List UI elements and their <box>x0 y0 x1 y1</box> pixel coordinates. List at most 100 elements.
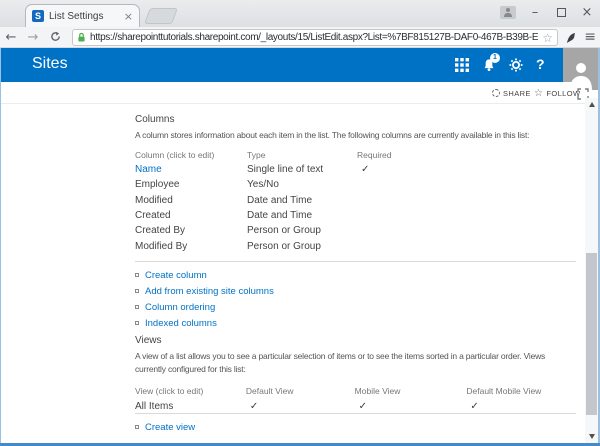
square-bullet-icon <box>135 273 139 277</box>
column-type: Person or Group <box>247 238 357 253</box>
views-section-description: A view of a list allows you to see a par… <box>135 350 577 376</box>
views-header-default: Default View <box>246 383 355 398</box>
link-item[interactable]: Indexed columns <box>135 315 274 331</box>
share-button[interactable]: SHARE <box>492 82 531 104</box>
address-bar[interactable]: https://sharepointtutorials.sharepoint.c… <box>72 29 558 46</box>
columns-links: Create column Add from existing site col… <box>135 267 274 331</box>
minimize-button[interactable]: – <box>528 6 542 19</box>
link-item[interactable]: Add from existing site columns <box>135 283 274 299</box>
browser-profile-icon[interactable] <box>500 6 516 19</box>
link-item[interactable]: Create column <box>135 267 274 283</box>
vertical-scrollbar[interactable] <box>585 98 598 443</box>
browser-tab[interactable]: S List Settings × <box>25 4 140 27</box>
scrollbar-thumb[interactable] <box>586 253 597 415</box>
https-lock-icon <box>77 32 86 43</box>
column-row: Modified Date and Time <box>135 193 477 208</box>
window-controls: – × <box>500 0 594 24</box>
column-name[interactable]: Created <box>135 208 247 223</box>
tab-close-icon[interactable]: × <box>124 10 133 23</box>
back-button[interactable]: ← <box>0 30 22 45</box>
settings-gear-icon[interactable] <box>509 58 523 77</box>
follow-star-icon: ☆ <box>534 88 543 99</box>
square-bullet-icon <box>135 289 139 293</box>
sharepoint-favicon-icon: S <box>32 10 44 22</box>
tab-title: List Settings <box>49 11 119 22</box>
views-table-header: View (click to edit) Default View Mobile… <box>135 383 585 398</box>
column-type: Date and Time <box>247 208 357 223</box>
browser-window: S List Settings × – × ← → https://sharep… <box>0 0 600 446</box>
notification-badge: 1 <box>490 53 500 63</box>
column-row: Created Date and Time <box>135 208 477 223</box>
columns-header-required: Required <box>357 147 477 162</box>
link-item[interactable]: Create view <box>135 419 195 435</box>
views-header-default-mobile: Default Mobile View <box>466 383 585 398</box>
add-from-existing-site-columns-link[interactable]: Add from existing site columns <box>145 286 274 297</box>
views-header-view: View (click to edit) <box>135 383 246 398</box>
share-label: SHARE <box>503 89 531 98</box>
extension-icon[interactable] <box>566 31 578 44</box>
page-content: Columns A column stores information abou… <box>0 104 585 443</box>
columns-table: Column (click to edit) Type Required Nam… <box>135 147 477 254</box>
views-section-title: Views <box>135 335 162 346</box>
forward-button[interactable]: → <box>22 30 44 45</box>
browser-menu-icon[interactable]: ≡ <box>584 29 596 45</box>
views-links: Create view <box>135 419 195 435</box>
square-bullet-icon <box>135 305 139 309</box>
column-row: Employee Yes/No <box>135 177 477 192</box>
square-bullet-icon <box>135 425 139 429</box>
column-name-link[interactable]: Name <box>135 164 162 175</box>
maximize-icon <box>557 8 566 17</box>
notifications-bell-icon[interactable]: 1 <box>482 58 496 77</box>
browser-titlebar: S List Settings × – × <box>0 0 600 27</box>
link-item[interactable]: Column ordering <box>135 299 274 315</box>
new-tab-button[interactable] <box>144 8 178 24</box>
site-title: Sites <box>32 55 68 73</box>
indexed-columns-link[interactable]: Indexed columns <box>145 318 217 329</box>
columns-header-type: Type <box>247 147 357 162</box>
views-table: View (click to edit) Default View Mobile… <box>135 383 585 414</box>
square-bullet-icon <box>135 321 139 325</box>
section-divider <box>135 261 576 262</box>
sharepoint-suitebar: Sites 1 ? <box>0 48 600 82</box>
follow-label: FOLLOW <box>546 89 580 98</box>
bookmark-star-icon[interactable]: ☆ <box>542 31 553 45</box>
maximize-button[interactable] <box>554 8 568 17</box>
required-check-icon: ✓ <box>357 164 369 175</box>
browser-toolbar: ← → https://sharepointtutorials.sharepoi… <box>0 27 600 48</box>
column-type: Date and Time <box>247 193 357 208</box>
column-type: Single line of text <box>247 162 357 177</box>
follow-button[interactable]: ☆ FOLLOW <box>534 82 580 104</box>
view-name[interactable]: All Items <box>135 398 246 414</box>
column-type: Person or Group <box>247 223 357 238</box>
column-name[interactable]: Created By <box>135 223 247 238</box>
window-border <box>0 48 1 446</box>
columns-header-column: Column (click to edit) <box>135 147 247 162</box>
create-view-link[interactable]: Create view <box>145 422 195 433</box>
section-divider <box>135 413 576 414</box>
column-name[interactable]: Employee <box>135 177 247 192</box>
column-row: Created By Person or Group <box>135 223 477 238</box>
default-mobile-view-check-icon: ✓ <box>466 401 478 412</box>
scroll-down-arrow[interactable] <box>585 430 598 443</box>
columns-section-title: Columns <box>135 114 174 125</box>
app-launcher-icon[interactable] <box>455 58 469 77</box>
url-text[interactable]: https://sharepointtutorials.sharepoint.c… <box>90 32 538 43</box>
column-ordering-link[interactable]: Column ordering <box>145 302 215 313</box>
refresh-button[interactable] <box>44 30 66 45</box>
create-column-link[interactable]: Create column <box>145 270 207 281</box>
column-row: Name Single line of text ✓ <box>135 162 477 177</box>
columns-section-description: A column stores information about each i… <box>135 129 577 142</box>
close-button[interactable]: × <box>580 6 594 19</box>
scroll-up-arrow[interactable] <box>585 98 598 111</box>
default-view-check-icon: ✓ <box>246 401 258 412</box>
view-row: All Items ✓ ✓ ✓ <box>135 398 585 414</box>
columns-table-header: Column (click to edit) Type Required <box>135 147 477 162</box>
views-header-mobile: Mobile View <box>355 383 467 398</box>
mobile-view-check-icon: ✓ <box>355 401 367 412</box>
column-name[interactable]: Modified By <box>135 238 247 253</box>
share-icon <box>492 89 500 97</box>
help-icon[interactable]: ? <box>536 56 545 72</box>
column-name[interactable]: Modified <box>135 193 247 208</box>
column-row: Modified By Person or Group <box>135 238 477 253</box>
ribbon-bar: SHARE ☆ FOLLOW <box>0 82 585 104</box>
